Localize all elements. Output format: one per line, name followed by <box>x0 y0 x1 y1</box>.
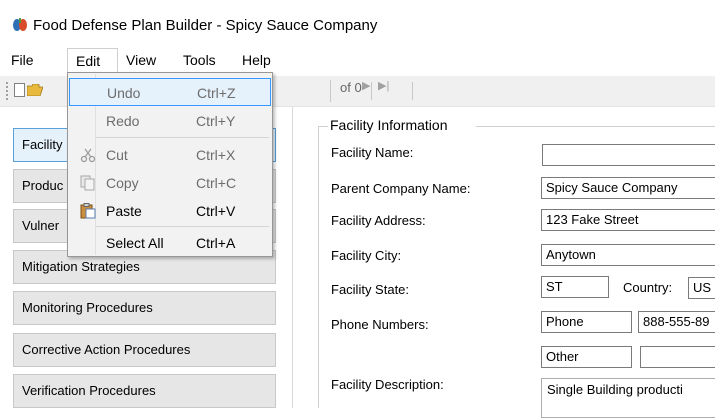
scissors-icon <box>80 148 96 163</box>
undo-label: Undo <box>107 85 141 101</box>
facility-state-field[interactable]: ST <box>541 276 609 298</box>
cut-label: Cut <box>106 147 128 163</box>
menu-item-undo[interactable]: Undo Ctrl+Z <box>69 78 271 106</box>
select-all-shortcut: Ctrl+A <box>196 235 236 251</box>
parent-company-label: Parent Company Name: <box>331 181 471 196</box>
menu-item-paste[interactable]: Paste Ctrl+V <box>69 197 271 225</box>
menu-file[interactable]: File <box>3 48 42 72</box>
parent-company-field[interactable]: Spicy Sauce Company <box>541 177 715 199</box>
new-document-icon[interactable] <box>14 83 25 97</box>
edit-menu-dropdown: Undo Ctrl+Z Redo Ctrl+Y Cut Ctrl+X Copy … <box>67 72 273 257</box>
group-border <box>318 126 319 408</box>
paste-label: Paste <box>106 203 142 219</box>
facility-description-label: Facility Description: <box>331 377 444 392</box>
app-logo-icon <box>13 18 27 31</box>
open-folder-icon[interactable] <box>27 84 43 96</box>
nav-verification-procedures-button[interactable]: Verification Procedures <box>13 374 276 408</box>
menu-tools[interactable]: Tools <box>175 48 224 72</box>
phone-number-field[interactable]: 888-555-89 <box>638 311 715 333</box>
paste-shortcut: Ctrl+V <box>196 203 236 219</box>
facility-state-label: Facility State: <box>331 282 410 297</box>
menu-separator <box>96 137 269 138</box>
window-title: Food Defense Plan Builder - Spicy Sauce … <box>33 17 378 34</box>
menu-view[interactable]: View <box>118 48 164 72</box>
redo-label: Redo <box>106 113 140 129</box>
facility-name-field[interactable] <box>542 144 715 166</box>
menu-item-redo[interactable]: Redo Ctrl+Y <box>69 107 271 135</box>
phone-numbers-label: Phone Numbers: <box>331 317 429 332</box>
menu-item-cut[interactable]: Cut Ctrl+X <box>69 141 271 169</box>
facility-city-label: Facility City: <box>331 248 402 263</box>
select-all-label: Select All <box>106 235 164 251</box>
toolbar-separator <box>330 80 331 102</box>
group-border <box>318 126 328 127</box>
copy-icon <box>80 175 95 191</box>
cut-shortcut: Ctrl+X <box>196 147 236 163</box>
copy-shortcut: Ctrl+C <box>196 175 237 191</box>
facility-address-field[interactable]: 123 Fake Street <box>541 209 715 231</box>
menu-item-copy[interactable]: Copy Ctrl+C <box>69 169 271 197</box>
facility-info-group-title: Facility Information <box>330 117 448 133</box>
menu-edit[interactable]: Edit <box>67 48 118 72</box>
country-label: Country: <box>623 280 673 295</box>
toolbar-grip[interactable] <box>6 82 10 100</box>
facility-address-label: Facility Address: <box>331 213 426 228</box>
group-border <box>476 126 715 127</box>
phone-type-field[interactable]: Phone <box>541 311 632 333</box>
other-phone-type-field[interactable]: Other <box>541 346 632 368</box>
paste-clipboard-icon <box>80 203 96 219</box>
copy-label: Copy <box>106 175 139 191</box>
redo-shortcut: Ctrl+Y <box>196 113 236 129</box>
menu-bar: File Edit View Tools Help <box>0 48 715 72</box>
facility-name-label: Facility Name: <box>331 145 414 160</box>
panel-splitter[interactable] <box>292 107 293 408</box>
nav-monitoring-procedures-button[interactable]: Monitoring Procedures <box>13 291 276 325</box>
toolbar-separator <box>371 82 372 100</box>
facility-description-field[interactable]: Single Building producti <box>541 378 715 418</box>
undo-shortcut: Ctrl+Z <box>197 85 236 101</box>
next-record-icon[interactable]: ▶ <box>362 79 370 92</box>
nav-corrective-action-button[interactable]: Corrective Action Procedures <box>13 333 276 367</box>
country-field[interactable]: US <box>688 277 715 299</box>
last-record-icon[interactable]: ▶| <box>378 79 389 92</box>
other-phone-number-field[interactable] <box>640 346 715 368</box>
record-counter: of 0 <box>340 80 362 95</box>
menu-item-select-all[interactable]: Select All Ctrl+A <box>69 229 271 257</box>
toolbar-separator <box>412 82 413 100</box>
menu-separator <box>96 226 269 227</box>
facility-city-field[interactable]: Anytown <box>541 244 715 266</box>
menu-help[interactable]: Help <box>234 48 279 72</box>
